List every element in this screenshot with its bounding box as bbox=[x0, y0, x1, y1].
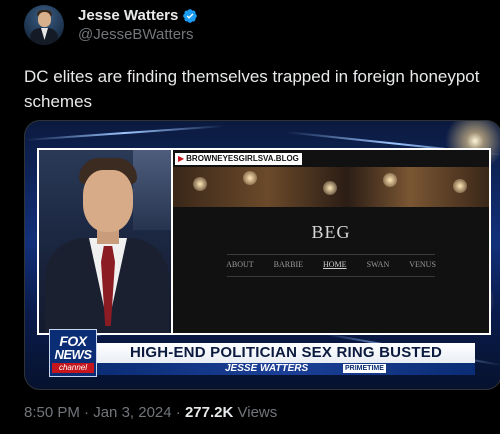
headline-chyron: HIGH-END POLITICIAN SEX RING BUSTED bbox=[97, 343, 475, 363]
url-label: ▶ BROWNEYESGIRLSVA.BLOG bbox=[175, 153, 302, 165]
site-nav-item: VENUS bbox=[409, 260, 436, 269]
play-triangle-icon: ▶ bbox=[178, 154, 185, 163]
tweet-time[interactable]: 8:50 PM bbox=[24, 404, 80, 421]
site-nav-item-active: HOME bbox=[323, 260, 347, 269]
meta-separator: · bbox=[84, 404, 90, 421]
site-nav: ABOUT BARBIE HOME SWAN VENUS bbox=[173, 260, 489, 269]
site-banner bbox=[173, 167, 489, 207]
site-nav-item: BARBIE bbox=[273, 260, 303, 269]
tweet-meta: 8:50 PM · Jan 3, 2024 · 277.2K Views bbox=[24, 404, 277, 421]
author-avatar[interactable] bbox=[24, 5, 64, 45]
show-name: JESSE WATTERS bbox=[225, 363, 309, 374]
author-names: Jesse Watters @JesseBWatters bbox=[78, 6, 198, 44]
views-label: Views bbox=[237, 404, 278, 421]
show-tag: PRIMETIME bbox=[343, 364, 386, 373]
tweet-text: DC elites are finding themselves trapped… bbox=[24, 67, 480, 111]
tweet-header: Jesse Watters @JesseBWatters bbox=[24, 5, 198, 45]
site-nav-item: SWAN bbox=[366, 260, 390, 269]
author-display-name[interactable]: Jesse Watters bbox=[78, 6, 178, 25]
author-handle[interactable]: @JesseBWatters bbox=[78, 25, 198, 44]
site-title: BEG bbox=[311, 222, 351, 242]
host-video-frame bbox=[37, 148, 175, 335]
tweet-date[interactable]: Jan 3, 2024 bbox=[93, 404, 171, 421]
views-count[interactable]: 277.2K bbox=[185, 404, 233, 421]
meta-separator: · bbox=[175, 404, 181, 421]
website-screenshot: ▶ BROWNEYESGIRLSVA.BLOG BEG ABOUT BARBIE … bbox=[171, 148, 491, 335]
site-nav-item: ABOUT bbox=[226, 260, 254, 269]
tweet-media-image[interactable]: ▶ BROWNEYESGIRLSVA.BLOG BEG ABOUT BARBIE … bbox=[24, 120, 500, 390]
fox-news-logo: FOX NEWS channel bbox=[49, 329, 97, 377]
verified-badge-icon bbox=[183, 8, 198, 23]
